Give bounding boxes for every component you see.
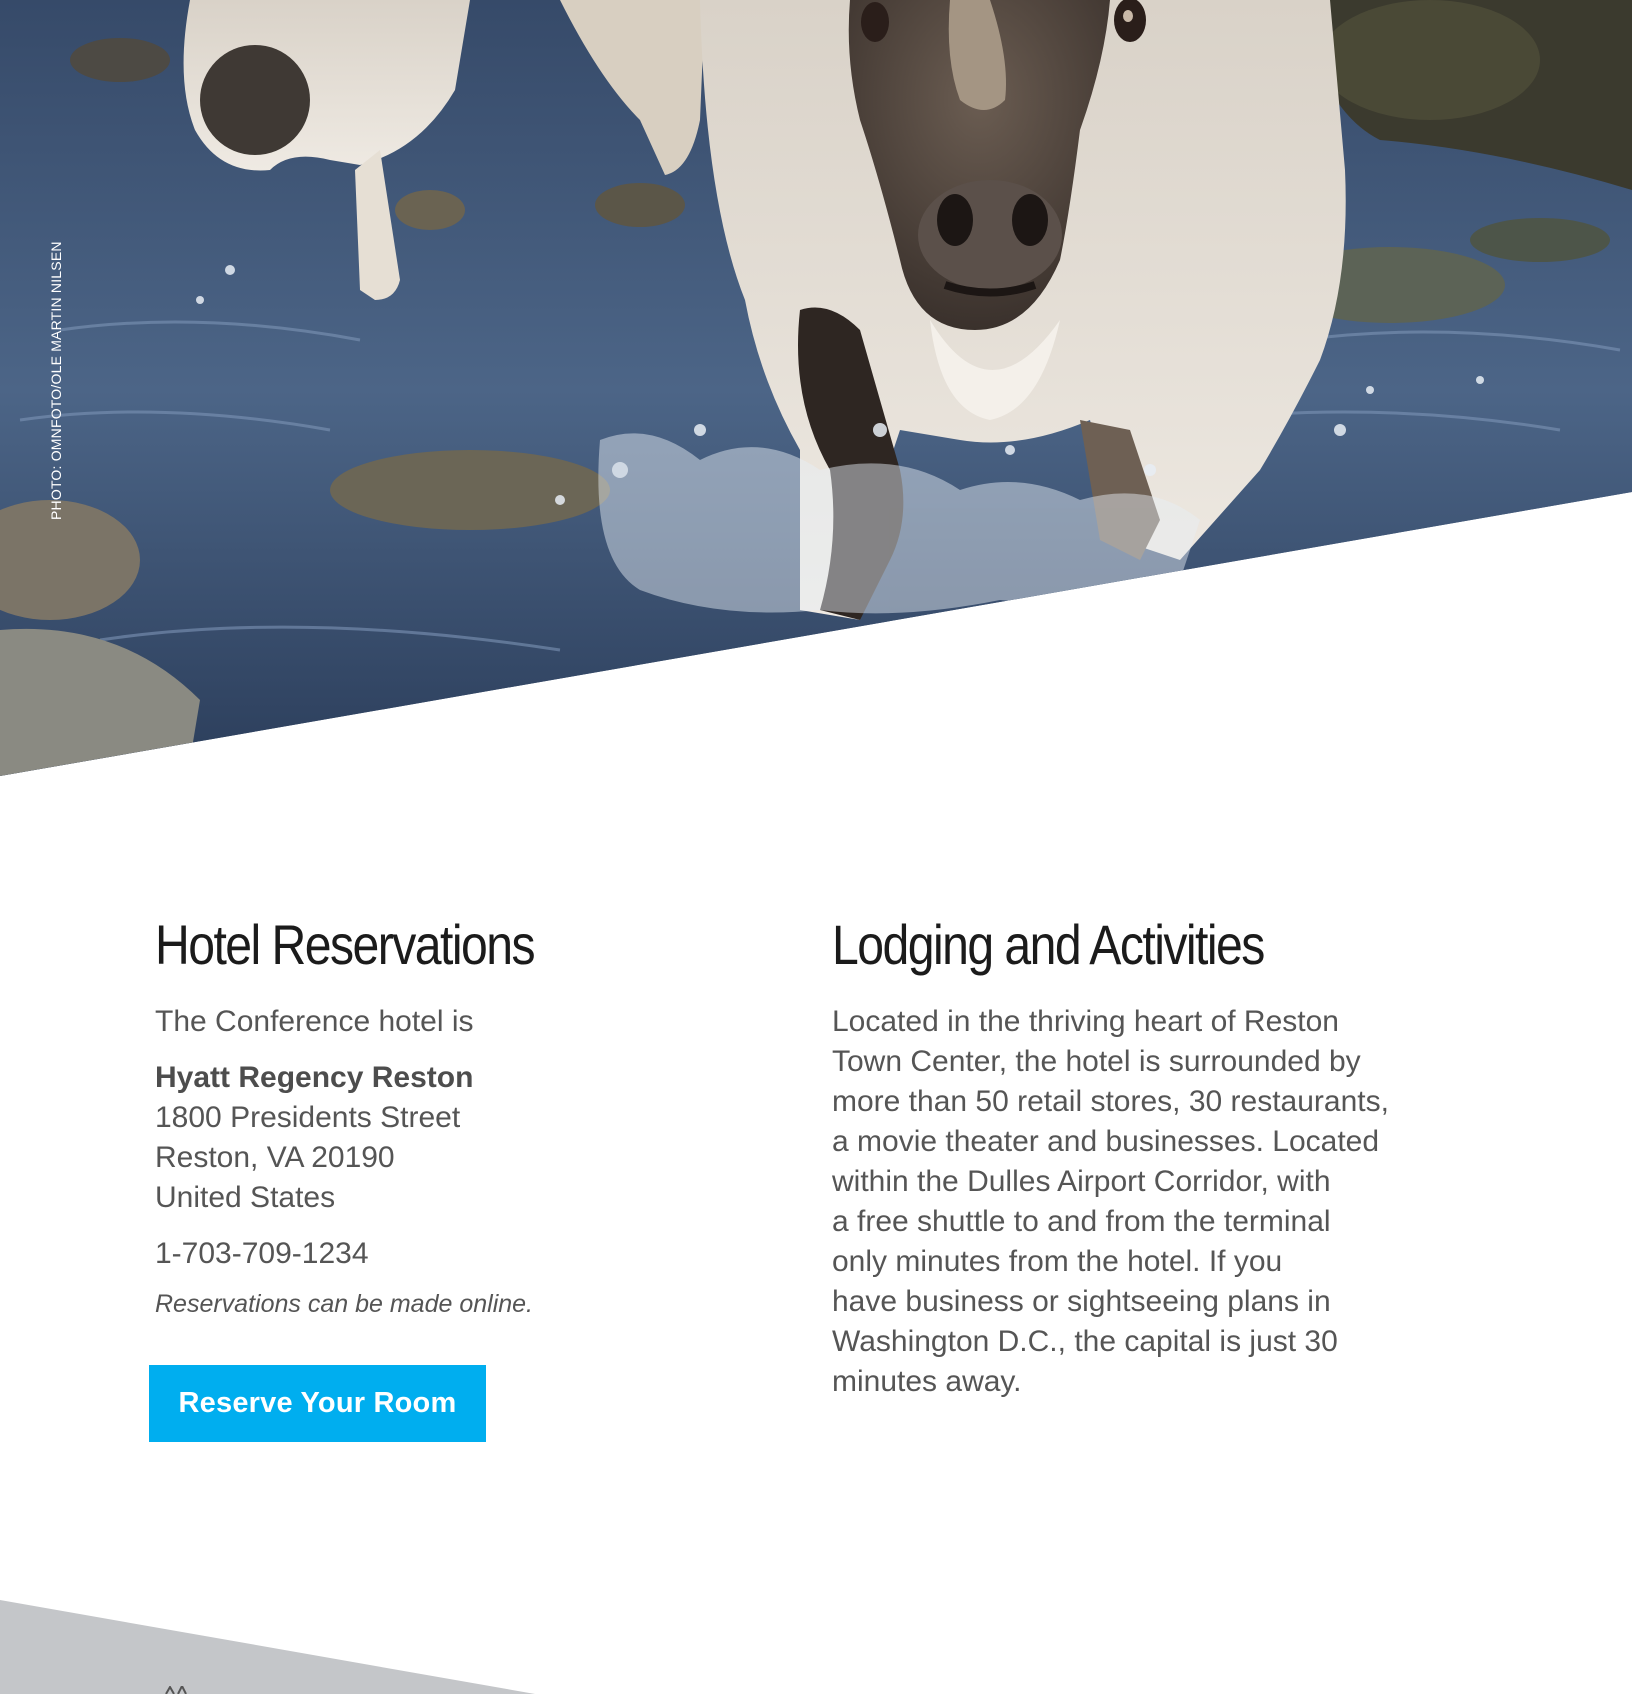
lodging-line: Washington D.C., the capital is just 30 (832, 1325, 1338, 1358)
hotel-name: Hyatt Regency Reston (155, 1061, 474, 1094)
lodging-activities-title: Lodging and Activities (832, 913, 1265, 976)
footer-logo-fragment-icon (165, 1686, 187, 1694)
lodging-line: within the Dulles Airport Corridor, with (832, 1165, 1331, 1198)
footer-band (0, 1600, 535, 1694)
lodging-description: Located in the thriving heart of Reston … (832, 1002, 1432, 1402)
hotel-address: 1800 Presidents Street Reston, VA 20190 … (155, 1098, 715, 1218)
lodging-line: minutes away. (832, 1365, 1022, 1398)
lodging-activities-section: Lodging and Activities Located in the th… (832, 910, 1432, 1402)
reservation-note: Reservations can be made online. (155, 1290, 534, 1318)
lodging-line: Located in the thriving heart of Reston (832, 1005, 1339, 1038)
address-country: United States (155, 1181, 336, 1214)
reindeer-photo (0, 0, 1632, 776)
hotel-reservations-section: Hotel Reservations The Conference hotel … (155, 910, 715, 1322)
hotel-intro-text: The Conference hotel is (155, 1005, 474, 1038)
lodging-line: a movie theater and businesses. Located (832, 1125, 1380, 1158)
address-street: 1800 Presidents Street (155, 1101, 461, 1134)
lodging-line: only minutes from the hotel. If you (832, 1245, 1283, 1278)
hotel-phone: 1-703-709-1234 (155, 1237, 369, 1270)
address-city: Reston, VA 20190 (155, 1141, 395, 1174)
photo-credit: PHOTO: OMNFOTO/OLE MARTIN NILSEN (48, 241, 64, 520)
hero-photo: PHOTO: OMNFOTO/OLE MARTIN NILSEN (0, 0, 1632, 776)
lodging-line: more than 50 retail stores, 30 restauran… (832, 1085, 1389, 1118)
reserve-room-button[interactable]: Reserve Your Room (149, 1365, 486, 1442)
hotel-reservations-title: Hotel Reservations (155, 913, 536, 976)
lodging-line: have business or sightseeing plans in (832, 1285, 1331, 1318)
lodging-line: Town Center, the hotel is surrounded by (832, 1045, 1361, 1078)
lodging-line: a free shuttle to and from the terminal (832, 1205, 1331, 1238)
